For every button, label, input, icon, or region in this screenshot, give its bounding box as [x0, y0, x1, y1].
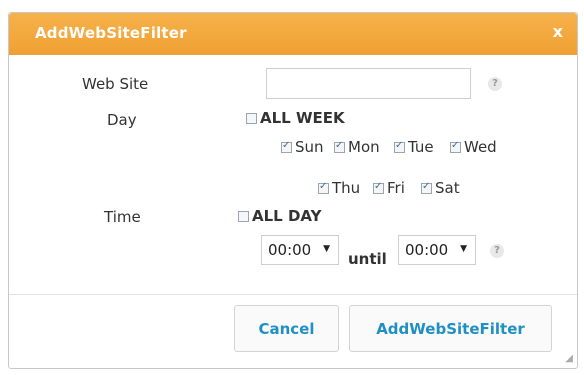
time-label: Time: [104, 208, 141, 226]
day-checkbox-sun[interactable]: Sun: [281, 138, 324, 156]
checkbox-icon: [238, 210, 249, 222]
dialog-title: AddWebSiteFilter: [35, 24, 187, 42]
checkbox-icon: [394, 140, 405, 153]
checkbox-icon: [246, 112, 257, 124]
day-label-sun: Sun: [295, 138, 324, 156]
checkbox-icon: [450, 140, 461, 153]
day-label-sat: Sat: [435, 179, 460, 197]
day-checkbox-fri[interactable]: Fri: [373, 179, 405, 197]
from-time-value: 00:00: [268, 241, 312, 259]
web-site-label: Web Site: [82, 75, 149, 93]
day-label-thu: Thu: [332, 179, 361, 197]
footer-divider: [9, 294, 577, 295]
add-website-filter-button[interactable]: AddWebSiteFilter: [349, 305, 552, 352]
chevron-down-icon: ▼: [460, 244, 467, 254]
day-label-wed: Wed: [464, 138, 497, 156]
close-icon[interactable]: x: [553, 22, 563, 41]
add-website-filter-dialog: AddWebSiteFilter x Web Site ? Day ALL WE…: [8, 12, 578, 369]
web-site-help-icon[interactable]: ?: [488, 77, 502, 91]
from-time-select[interactable]: 00:00 ▼: [261, 235, 339, 265]
day-label-fri: Fri: [387, 179, 405, 197]
all-week-checkbox[interactable]: ALL WEEK: [246, 109, 345, 127]
checkbox-icon: [334, 140, 345, 153]
web-site-input[interactable]: [266, 68, 471, 99]
dialog-titlebar[interactable]: AddWebSiteFilter x: [9, 13, 577, 55]
checkbox-icon: [318, 181, 329, 194]
chevron-down-icon: ▼: [323, 244, 330, 254]
day-checkbox-sat[interactable]: Sat: [421, 179, 460, 197]
all-week-label: ALL WEEK: [260, 109, 345, 127]
day-checkbox-mon[interactable]: Mon: [334, 138, 380, 156]
day-checkbox-thu[interactable]: Thu: [318, 179, 360, 197]
cancel-button[interactable]: Cancel: [234, 305, 339, 352]
day-checkbox-tue[interactable]: Tue: [394, 138, 434, 156]
checkbox-icon: [421, 181, 432, 194]
all-day-checkbox[interactable]: ALL DAY: [238, 207, 321, 225]
until-label: until: [348, 250, 387, 268]
time-help-icon[interactable]: ?: [490, 244, 504, 258]
to-time-value: 00:00: [405, 241, 449, 259]
day-label: Day: [107, 111, 137, 129]
checkbox-icon: [281, 140, 292, 153]
to-time-select[interactable]: 00:00 ▼: [398, 235, 476, 265]
resize-grip-icon[interactable]: ◢: [565, 353, 573, 364]
all-day-label: ALL DAY: [252, 207, 322, 225]
checkbox-icon: [373, 181, 384, 194]
day-label-tue: Tue: [408, 138, 434, 156]
day-label-mon: Mon: [348, 138, 380, 156]
day-checkbox-wed[interactable]: Wed: [450, 138, 497, 156]
